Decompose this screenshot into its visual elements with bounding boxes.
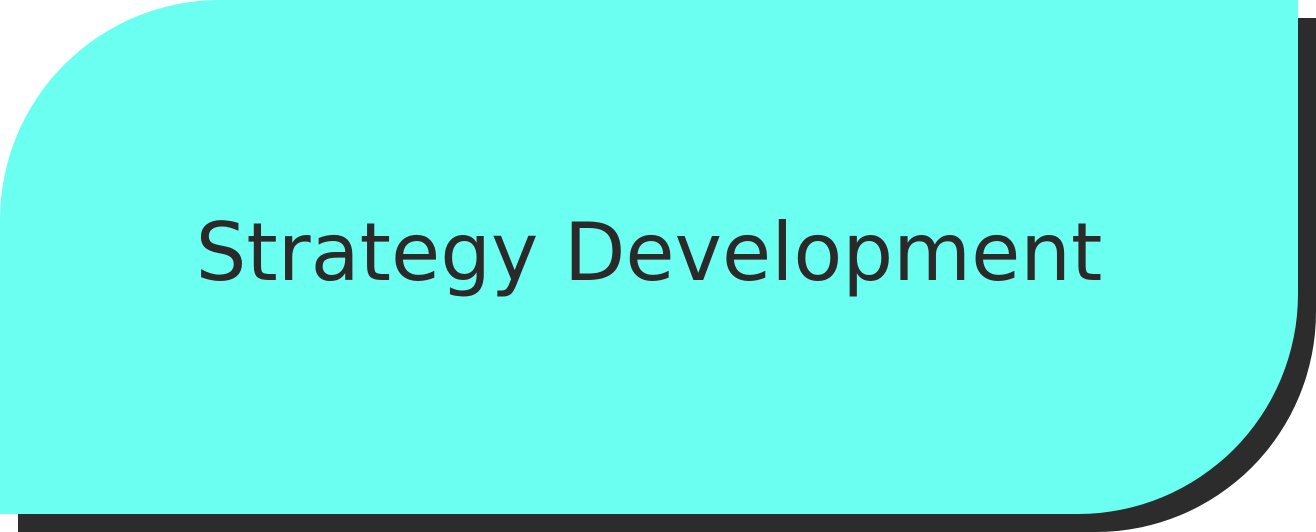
strategy-development-card[interactable]: Strategy Development <box>0 0 1298 514</box>
card-label: Strategy Development <box>195 205 1103 299</box>
